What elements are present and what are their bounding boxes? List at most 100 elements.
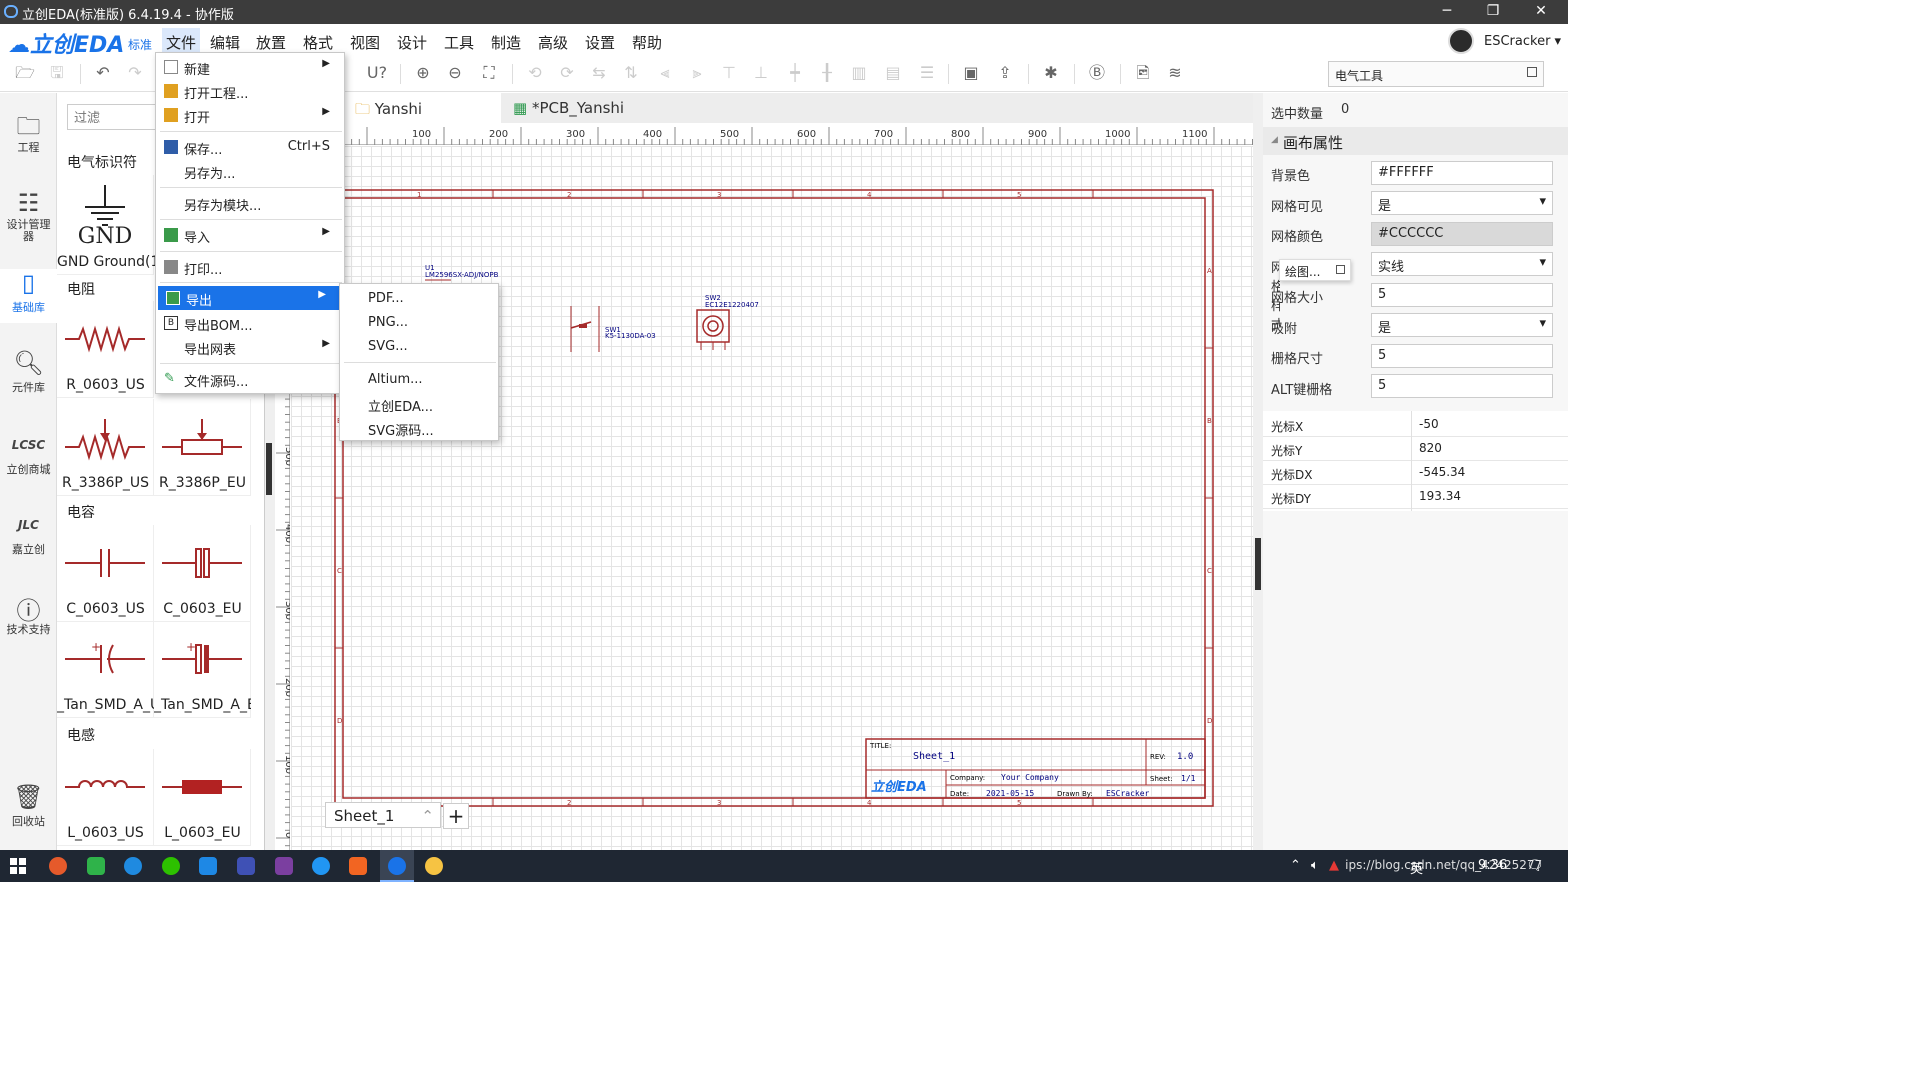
notification-icon[interactable]: ▲ xyxy=(1329,858,1339,873)
minimize-button[interactable]: ─ xyxy=(1424,0,1470,24)
align-grid-icon[interactable]: ☰ xyxy=(916,62,938,84)
undo-icon[interactable]: ↶ xyxy=(92,62,114,84)
menu-item-save-as-module[interactable]: 另存为模块... xyxy=(156,191,344,215)
nav-basic-library[interactable]: ▯ 基础库 xyxy=(0,269,57,323)
flip-vertical-icon[interactable]: ⇅ xyxy=(620,62,642,84)
zoom-in-icon[interactable]: ⊕ xyxy=(412,62,434,84)
taskbar-app-icon[interactable] xyxy=(425,857,443,875)
nav-component-library[interactable]: 🔍︎ 元件库 xyxy=(0,349,57,395)
canvas-props-header[interactable]: ◢ 画布属性 xyxy=(1263,127,1568,155)
taskbar-app-icon[interactable] xyxy=(312,857,330,875)
library-filter-input[interactable] xyxy=(67,104,157,130)
component-sw2[interactable]: SW2 EC12E1220407 xyxy=(696,294,759,350)
add-sheet-button[interactable]: + xyxy=(443,803,469,829)
menu-fabrication[interactable]: 制造 xyxy=(491,32,521,53)
part-r0603[interactable]: R_0603_US xyxy=(57,301,154,398)
right-splitter[interactable] xyxy=(1253,93,1263,850)
align-left-icon[interactable]: ⫷ xyxy=(654,62,676,84)
splitter-handle[interactable] xyxy=(266,443,272,495)
restore-panel-icon[interactable] xyxy=(1527,67,1537,77)
menu-item-save[interactable]: 保存... Ctrl+S xyxy=(156,135,344,159)
taskbar-app-icon[interactable] xyxy=(199,857,217,875)
chevron-up-icon[interactable]: ⌃ xyxy=(1290,858,1301,873)
open-folder-icon[interactable]: 🗁 xyxy=(14,62,36,84)
part-tan-smd-a-eu[interactable]: + _Tan_SMD_A_E xyxy=(154,621,251,718)
distribute-v-icon[interactable]: ▤ xyxy=(882,62,904,84)
ime-indicator[interactable]: 英 xyxy=(1410,858,1423,877)
prop-grid-visible-select[interactable]: 是 xyxy=(1371,191,1553,215)
export-image-icon[interactable]: 🖻 xyxy=(1132,62,1154,84)
save-icon[interactable]: 🖫 xyxy=(46,62,68,84)
menu-tools[interactable]: 工具 xyxy=(444,32,474,53)
nav-lcsc[interactable]: LCSC 立创商城 xyxy=(0,431,57,477)
menu-item-save-as[interactable]: 另存为... xyxy=(156,159,344,183)
volume-icon[interactable]: 🔈︎ xyxy=(1311,858,1319,873)
drawing-tools-popup[interactable]: 绘图... xyxy=(1279,259,1351,281)
restore-panel-icon[interactable] xyxy=(1336,265,1345,274)
menu-item-export-bom[interactable]: B 导出BOM... xyxy=(156,311,344,335)
prop-grid-size-input[interactable]: 5 xyxy=(1371,283,1553,307)
part-c0603-eu[interactable]: C_0603_EU xyxy=(154,525,251,622)
sheet-tab[interactable]: Sheet_1 ⌃ xyxy=(325,802,441,828)
export-svg[interactable]: SVG... xyxy=(340,335,498,359)
taskbar-app-icon[interactable] xyxy=(349,857,367,875)
splitter-handle[interactable] xyxy=(1255,538,1261,590)
menu-format[interactable]: 格式 xyxy=(303,32,333,53)
taskbar-app-icon[interactable] xyxy=(237,857,255,875)
rotate-left-icon[interactable]: ⟲ xyxy=(524,62,546,84)
export-pdf[interactable]: PDF... xyxy=(340,287,498,311)
windows-start-icon[interactable] xyxy=(10,858,26,874)
distribute-h-icon[interactable]: ▥ xyxy=(848,62,870,84)
wechat-icon[interactable] xyxy=(162,857,180,875)
clock[interactable]: 9:36 xyxy=(1478,858,1507,873)
menu-view[interactable]: 视图 xyxy=(350,32,380,53)
schematic-canvas[interactable]: 1 2 3 4 5 2 3 4 5 A B C D B C D U1 LM259… xyxy=(291,146,1253,850)
rotate-right-icon[interactable]: ⟳ xyxy=(556,62,578,84)
menu-item-import[interactable]: 导入 ▶ xyxy=(156,223,344,247)
part-l0603-eu[interactable]: L_0603_EU xyxy=(154,749,251,846)
nav-project[interactable]: 🗀 工程 xyxy=(0,109,57,155)
convert-pcb-icon[interactable]: ⇪ xyxy=(994,62,1016,84)
component-u1[interactable]: U1 LM2596SX-ADJ/NOPB xyxy=(425,264,499,281)
component-sw1[interactable]: SW1 K5-1130DA-03 xyxy=(570,306,656,352)
menu-design[interactable]: 设计 xyxy=(397,32,427,53)
nav-recycle-bin[interactable]: 🗑 回收站 xyxy=(0,783,57,829)
menu-item-new[interactable]: 新建 ▶ xyxy=(156,55,344,79)
export-lceda[interactable]: 立创EDA... xyxy=(340,392,498,416)
tab-yanshi[interactable]: 🗀 Yanshi xyxy=(345,93,501,123)
menu-item-open[interactable]: 打开 ▶ xyxy=(156,103,344,127)
layers-icon[interactable]: ≋ xyxy=(1164,62,1186,84)
nav-tech-support[interactable]: ⓘ 技术支持 xyxy=(0,591,57,637)
notification-center-icon[interactable]: 🗨︎ xyxy=(1526,858,1544,874)
part-gnd[interactable]: GND GND Ground(1) xyxy=(57,175,165,275)
part-tan-smd-a-us[interactable]: + _Tan_SMD_A_U xyxy=(57,621,154,718)
nav-jlc[interactable]: JLC 嘉立创 xyxy=(0,511,57,557)
prop-grid-color-input[interactable]: #CCCCCC xyxy=(1371,222,1553,246)
taskbar-app-icon[interactable] xyxy=(87,857,105,875)
electrical-tools-panel[interactable]: 电气工具 xyxy=(1328,61,1544,87)
redo-icon[interactable]: ↷ xyxy=(124,62,146,84)
menu-settings[interactable]: 设置 xyxy=(585,32,615,53)
edge-icon[interactable] xyxy=(124,857,142,875)
text-underline-icon[interactable]: U? xyxy=(366,62,388,84)
part-l0603-us[interactable]: L_0603_US xyxy=(57,749,154,846)
prop-snap-select[interactable]: 是 xyxy=(1371,313,1553,337)
menu-item-export[interactable]: 导出 ▶ xyxy=(158,286,340,310)
menu-edit[interactable]: 编辑 xyxy=(210,32,240,53)
align-center-v-icon[interactable]: ╂ xyxy=(816,62,838,84)
fit-view-icon[interactable]: ⛶ xyxy=(478,62,500,84)
bom-icon[interactable]: Ⓑ xyxy=(1086,62,1108,84)
menu-help[interactable]: 帮助 xyxy=(632,32,662,53)
export-altium[interactable]: Altium... xyxy=(340,368,498,392)
nav-design-manager[interactable]: ☷ 设计管理器 xyxy=(0,189,57,243)
image-icon[interactable]: ▣ xyxy=(960,62,982,84)
close-button[interactable]: ✕ xyxy=(1518,0,1564,24)
part-r3386p-us[interactable]: R_3386P_US xyxy=(57,399,154,496)
avatar[interactable] xyxy=(1448,28,1474,54)
drc-icon[interactable]: ✱ xyxy=(1040,62,1062,84)
align-top-icon[interactable]: ⊤ xyxy=(718,62,740,84)
menu-item-print[interactable]: 打印... xyxy=(156,255,344,279)
onenote-icon[interactable] xyxy=(275,857,293,875)
taskbar-lceda-active[interactable] xyxy=(380,850,414,882)
prop-alt-snap-input[interactable]: 5 xyxy=(1371,374,1553,398)
